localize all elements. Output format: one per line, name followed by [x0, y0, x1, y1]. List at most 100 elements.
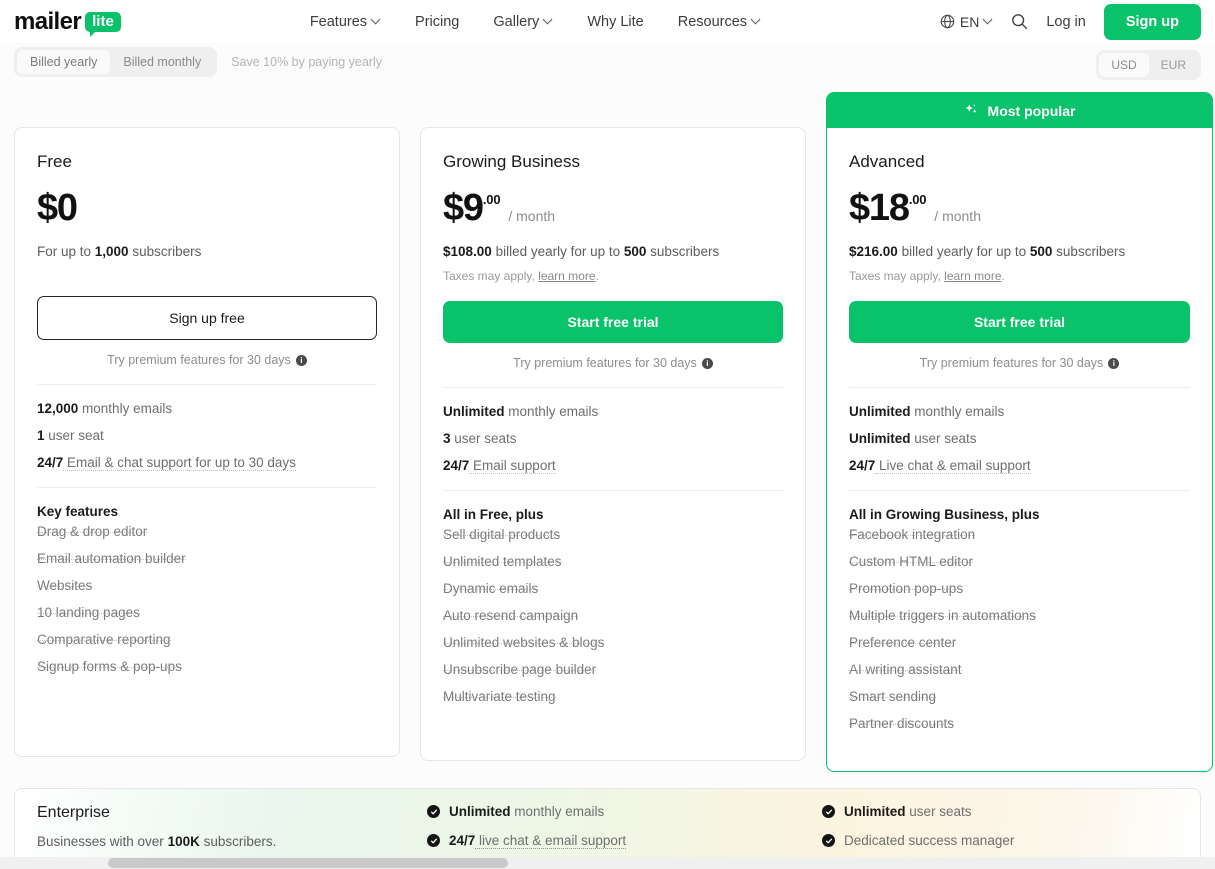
- billing-option-monthly[interactable]: Billed monthly: [110, 50, 214, 74]
- billing-toggle-bar: Billed yearly Billed monthly Save 10% by…: [0, 43, 1215, 81]
- learn-more-link[interactable]: learn more: [538, 269, 595, 283]
- horizontal-scrollbar[interactable]: [0, 857, 1215, 869]
- spec-row: 24/7 Email & chat support for up to 30 d…: [37, 455, 377, 470]
- feature-item: Preference center: [849, 643, 1190, 657]
- enterprise-feature: Unlimited user seats: [822, 804, 1014, 819]
- logo[interactable]: mailer lite: [14, 8, 121, 36]
- features-heading: All in Free, plus: [443, 507, 783, 522]
- enterprise-feature: 24/7 live chat & email support: [427, 833, 822, 848]
- feature-item: 10 landing pages: [37, 613, 377, 627]
- features-heading: Key features: [37, 504, 377, 519]
- feature-link[interactable]: Preference center: [849, 643, 956, 644]
- feature-item: Smart sending: [849, 697, 1190, 711]
- feature-link[interactable]: Dynamic emails: [443, 589, 538, 590]
- enterprise-features-col-2: Unlimited user seats Dedicated success m…: [822, 804, 1014, 848]
- feature-link[interactable]: Auto resend campaign: [443, 616, 578, 617]
- price-cents: .00: [483, 192, 500, 207]
- spec-row: Unlimited user seats: [849, 431, 1190, 446]
- subscribers-prefix: For up to: [37, 244, 95, 259]
- feature-link[interactable]: Custom HTML editor: [849, 562, 973, 563]
- nav-item-pricing[interactable]: Pricing: [415, 14, 459, 30]
- spec-row: 12,000 monthly emails: [37, 401, 377, 416]
- desc-suffix: subscribers.: [200, 834, 277, 849]
- feature-link[interactable]: Multivariate testing: [443, 697, 556, 698]
- chevron-down-icon: [544, 15, 553, 24]
- spec-label: monthly emails: [78, 401, 172, 416]
- spec-row: 3 user seats: [443, 431, 783, 446]
- feature-link[interactable]: Partner discounts: [849, 724, 954, 725]
- feature-item: Signup forms & pop-ups: [37, 667, 377, 681]
- billed-yearly-line: $108.00 billed yearly for up to 500 subs…: [443, 244, 783, 259]
- feature-link[interactable]: Promotion pop-ups: [849, 589, 963, 590]
- pricing-card-growing-business: Growing Business $9 .00 / month $108.00 …: [420, 127, 806, 761]
- spec-label: user seats: [911, 431, 977, 446]
- spec-label: user seat: [45, 428, 104, 443]
- spec-label[interactable]: Email & chat support for up to 30 days: [63, 455, 296, 471]
- feature-value: 24/7: [449, 833, 475, 848]
- billing-option-yearly[interactable]: Billed yearly: [17, 50, 110, 74]
- currency-option-eur[interactable]: EUR: [1149, 53, 1198, 77]
- language-selector[interactable]: EN: [940, 14, 993, 30]
- feature-link[interactable]: Unlimited websites & blogs: [443, 643, 604, 644]
- feature-link[interactable]: AI writing assistant: [849, 670, 962, 671]
- feature-link[interactable]: Unlimited templates: [443, 562, 562, 563]
- info-icon[interactable]: i: [1108, 358, 1119, 369]
- feature-link[interactable]: Unsubscribe page builder: [443, 670, 596, 671]
- feature-item: Comparative reporting: [37, 640, 377, 654]
- enterprise-features-col-1: Unlimited monthly emails 24/7 live chat …: [427, 804, 822, 848]
- feature-item: Custom HTML editor: [849, 562, 1190, 576]
- feature-link[interactable]: Facebook integration: [849, 535, 975, 536]
- divider: [37, 487, 377, 488]
- feature-label[interactable]: live chat & email support: [475, 833, 626, 849]
- pricing-cards: Free $0 For up to 1,000 subscribers Sign…: [0, 92, 1215, 772]
- billed-end: subscribers: [1052, 244, 1125, 259]
- nav-item-why-lite[interactable]: Why Lite: [587, 14, 643, 30]
- nav-item-features[interactable]: Features: [310, 14, 381, 30]
- enterprise-feature-text: Unlimited monthly emails: [449, 804, 604, 819]
- cta-start-free-trial[interactable]: Start free trial: [443, 301, 783, 343]
- feature-link[interactable]: Comparative reporting: [37, 640, 171, 641]
- plan-price: $0: [37, 188, 377, 228]
- chevron-down-icon: [372, 15, 381, 24]
- feature-label: user seats: [906, 804, 972, 819]
- feature-link[interactable]: Email automation builder: [37, 559, 186, 560]
- spec-label[interactable]: Live chat & email support: [875, 458, 1030, 474]
- feature-item: Unlimited websites & blogs: [443, 643, 783, 657]
- main-nav: Features Pricing Gallery Why Lite Resour…: [310, 14, 761, 30]
- feature-link[interactable]: Multiple triggers in automations: [849, 616, 1036, 617]
- learn-more-link[interactable]: learn more: [944, 269, 1001, 283]
- nav-label: Pricing: [415, 14, 459, 30]
- billed-subscribers: 500: [1030, 244, 1053, 259]
- desc-prefix: Businesses with over: [37, 834, 168, 849]
- feature-link[interactable]: Signup forms & pop-ups: [37, 667, 182, 668]
- nav-item-gallery[interactable]: Gallery: [493, 14, 553, 30]
- feature-item: Email automation builder: [37, 559, 377, 573]
- scrollbar-thumb[interactable]: [108, 858, 508, 868]
- signup-button[interactable]: Sign up: [1104, 4, 1201, 40]
- cta-signup-free[interactable]: Sign up free: [37, 296, 377, 340]
- feature-item: Promotion pop-ups: [849, 589, 1190, 603]
- spec-value: 24/7: [37, 455, 63, 470]
- nav-item-resources[interactable]: Resources: [678, 14, 761, 30]
- tax-note: Taxes may apply, learn more.: [849, 269, 1190, 283]
- login-link[interactable]: Log in: [1046, 14, 1086, 30]
- info-icon[interactable]: i: [296, 355, 307, 366]
- cta-start-free-trial[interactable]: Start free trial: [849, 301, 1190, 343]
- feature-link[interactable]: Websites: [37, 586, 92, 587]
- currency-segmented-control: USD EUR: [1096, 50, 1201, 80]
- billed-total: $216.00: [849, 244, 898, 259]
- feature-link[interactable]: Drag & drop editor: [37, 532, 147, 533]
- search-button[interactable]: [1011, 13, 1028, 30]
- info-icon[interactable]: i: [702, 358, 713, 369]
- spec-value: 1: [37, 428, 45, 443]
- enterprise-feature: Unlimited monthly emails: [427, 804, 822, 819]
- feature-link[interactable]: Smart sending: [849, 697, 936, 698]
- price-amount: $18: [849, 188, 909, 228]
- currency-option-usd[interactable]: USD: [1099, 53, 1148, 77]
- enterprise-title: Enterprise: [37, 804, 427, 822]
- feature-label: Dedicated success manager: [844, 833, 1014, 848]
- feature-link[interactable]: Sell digital products: [443, 535, 560, 536]
- feature-link[interactable]: 10 landing pages: [37, 613, 140, 614]
- spec-label[interactable]: Email support: [469, 458, 555, 474]
- spec-value: Unlimited: [849, 404, 911, 419]
